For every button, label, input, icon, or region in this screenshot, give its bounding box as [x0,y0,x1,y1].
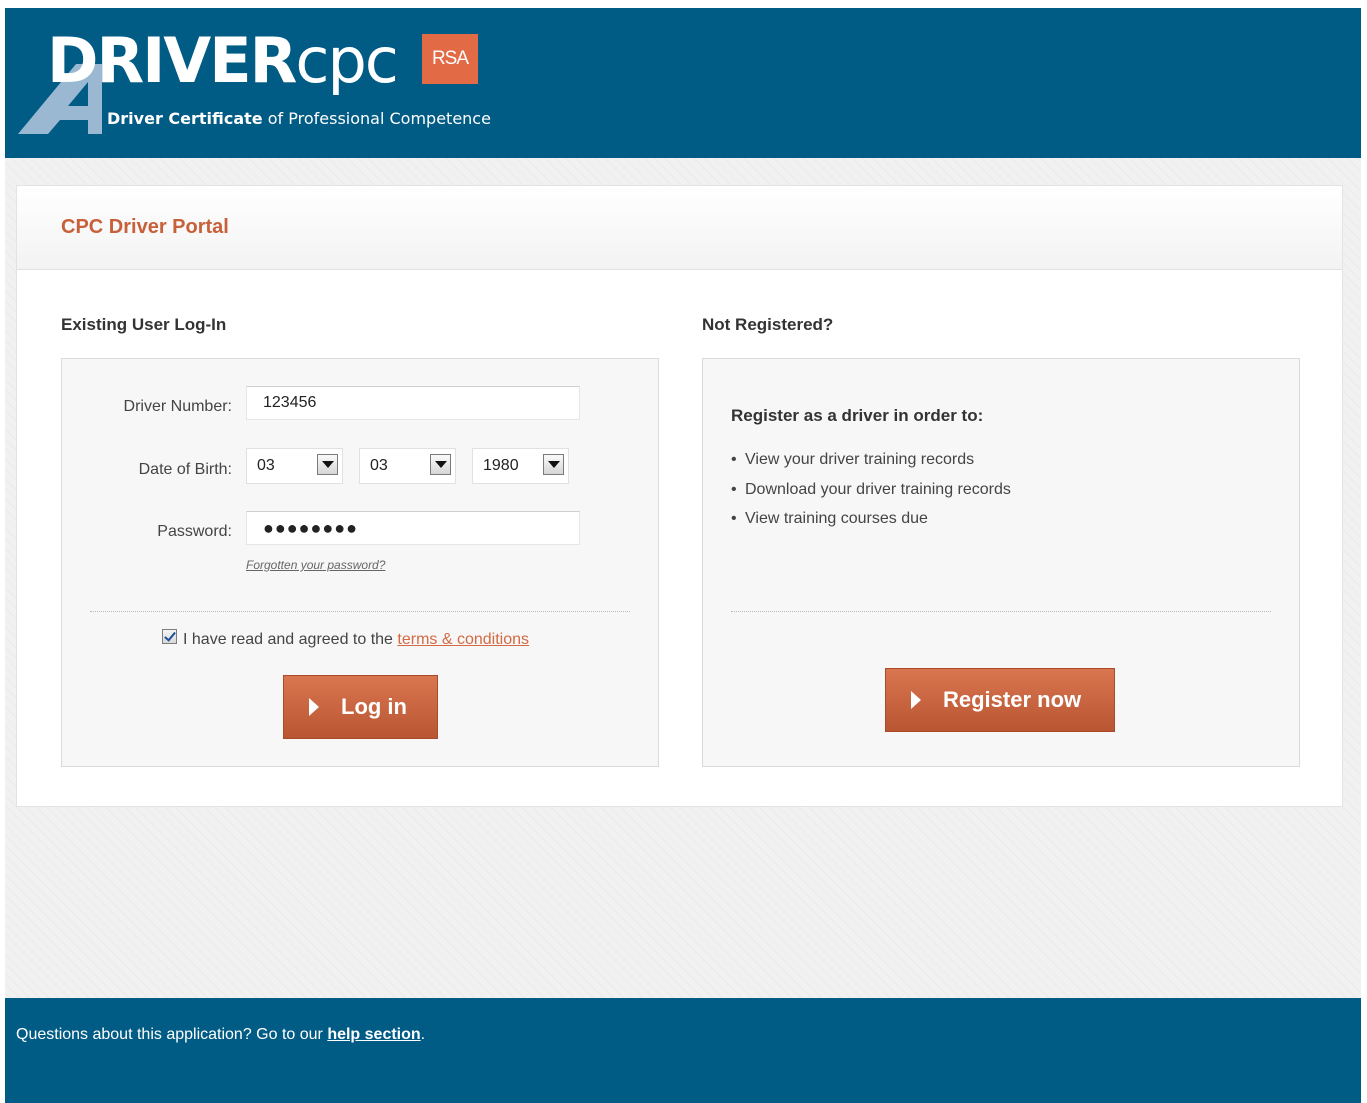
login-button[interactable]: Log in [283,675,438,739]
chevron-down-icon[interactable] [543,454,564,475]
tagline-rest: of Professional Competence [267,109,491,128]
driver-number-label: Driver Number: [123,398,232,415]
bullet: • [731,451,737,468]
chevron-down-icon[interactable] [317,454,338,475]
terms-checkbox[interactable] [162,629,177,644]
register-now-button[interactable]: Register now [885,668,1115,732]
footer-text: Questions about this application? Go to … [16,1025,425,1045]
play-arrow-icon [911,691,921,709]
list-item-text: View training courses due [745,510,928,527]
chevron-down-icon[interactable] [430,454,451,475]
dob-year-select[interactable]: 1980 [472,448,569,484]
tagline-bold: Driver Certificate [107,109,263,128]
rsa-badge: RSA [422,34,478,84]
divider [731,611,1271,612]
site-header: DRIVERCPC RSA Driver Certificate of Prof… [5,8,1361,158]
help-section-link[interactable]: help section [327,1026,420,1043]
register-benefits-list: • View your driver training records • Down… [731,445,1011,534]
register-panel-title: Register as a driver in order to: [731,406,984,425]
register-panel: Register as a driver in order to: • View … [702,358,1300,767]
portal-card: CPC Driver Portal Existing User Log-In D… [16,185,1343,807]
list-item-text: Download your driver training records [745,480,1011,498]
dob-year-value: 1980 [483,457,519,474]
logo-word-bold: DRIVER [47,24,297,97]
password-label: Password: [157,523,232,540]
register-section-title: Not Registered? [702,315,834,334]
forgot-password-link[interactable]: Forgotten your password? [246,557,385,573]
terms-agree-text: I have read and agreed to the terms & co… [183,630,529,650]
dob-month-value: 03 [370,457,388,474]
footer-suffix: . [420,1026,426,1043]
bullet: • [731,480,737,498]
login-panel: Driver Number: 123456 Date of Birth: 03 … [61,358,659,767]
divider [90,611,630,612]
card-header: CPC Driver Portal [17,186,1342,270]
logo-tagline: Driver Certificate of Professional Compe… [107,108,491,130]
play-arrow-icon [309,698,319,716]
driver-cpc-logo[interactable]: DRIVERCPC RSA Driver Certificate of Prof… [18,24,491,138]
bullet: • [731,510,737,527]
footer-question: Questions about this application? Go to … [16,1026,323,1043]
site-footer: Questions about this application? Go to … [5,998,1361,1103]
page-title: CPC Driver Portal [61,216,229,238]
dob-day-select[interactable]: 03 [246,448,343,484]
page: DRIVERCPC RSA Driver Certificate of Prof… [5,8,1361,1103]
login-section-title: Existing User Log-In [61,315,227,334]
terms-conditions-link[interactable]: terms & conditions [397,631,529,648]
list-item: • View training courses due [731,504,1011,534]
list-item-text: View your driver training records [745,451,975,468]
logo-word-light: CPC [295,24,399,97]
login-button-label: Log in [341,694,407,719]
logo-wordmark: DRIVERCPC [47,24,399,97]
terms-agree-label: I have read and agreed to the [183,631,393,648]
register-button-label: Register now [943,687,1082,712]
dob-month-select[interactable]: 03 [359,448,456,484]
driver-number-input[interactable]: 123456 [246,386,580,420]
password-input[interactable]: ●●●●●●●● [246,511,580,545]
list-item: • View your driver training records [731,445,1011,475]
list-item: • Download your driver training records [731,475,1011,505]
dob-label: Date of Birth: [138,461,232,478]
dob-day-value: 03 [257,457,275,474]
